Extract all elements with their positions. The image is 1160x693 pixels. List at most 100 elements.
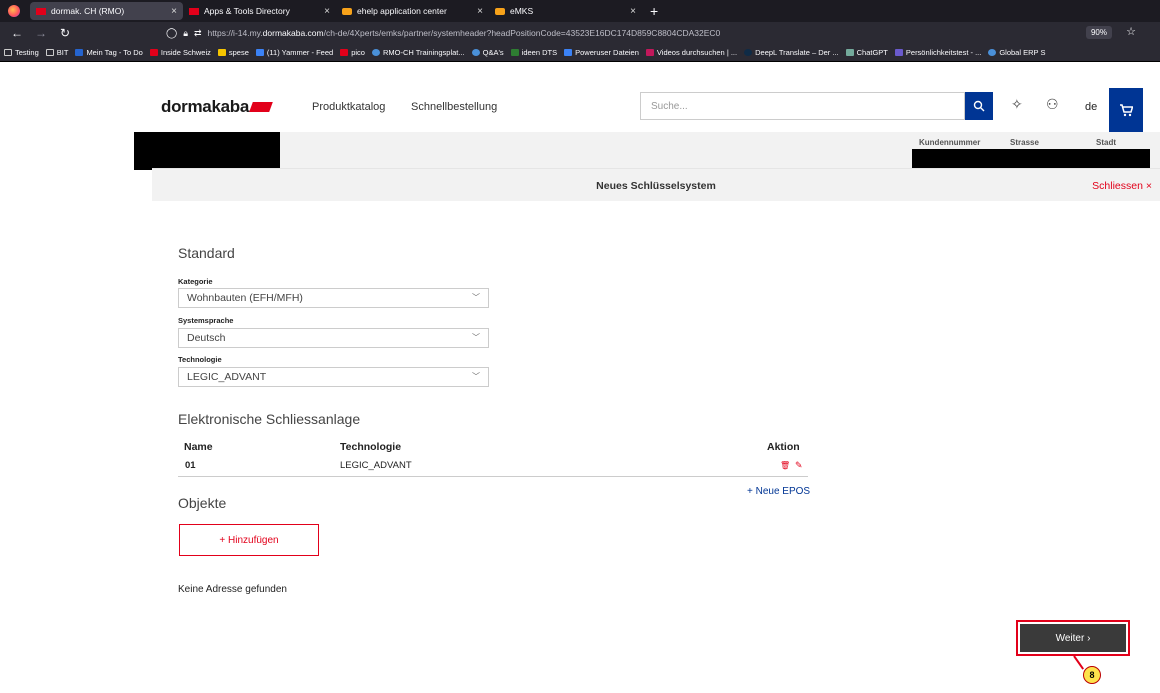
- strasse-header: Strasse: [1010, 138, 1039, 147]
- shield-icon[interactable]: ◯: [166, 28, 177, 39]
- address-bar[interactable]: ◯ 🔒︎ ⇄ https://i-14.my. dormakaba.com/ch-…: [166, 28, 720, 39]
- col-header-aktion: Aktion: [767, 441, 800, 453]
- bookmark-item[interactable]: Persönlichkeitstest - ...: [894, 48, 981, 57]
- technologie-label: Technologie: [178, 355, 222, 364]
- language-selector[interactable]: de: [1085, 101, 1097, 113]
- table-cell-name: 01: [185, 460, 196, 471]
- weiter-button[interactable]: Weiter ›: [1020, 624, 1126, 652]
- systemsprache-label: Systemsprache: [178, 316, 234, 325]
- excel-icon: [510, 49, 519, 56]
- bookmark-item[interactable]: RMO-CH Trainingsplat...: [371, 48, 465, 57]
- kategorie-label: Kategorie: [178, 277, 213, 286]
- bookmark-item[interactable]: spese: [217, 48, 249, 57]
- bookmark-item[interactable]: Inside Schweiz: [149, 48, 211, 57]
- bookmark-star-icon[interactable]: ☆: [1126, 25, 1136, 38]
- bookmark-item[interactable]: Mein Tag - To Do: [75, 48, 143, 57]
- close-tab-icon[interactable]: ×: [324, 6, 330, 17]
- globe-icon: [371, 49, 380, 56]
- search-input[interactable]: Suche...: [640, 92, 965, 120]
- close-button[interactable]: Schliessen ×: [1092, 180, 1152, 192]
- permissions-icon[interactable]: ⇄: [194, 28, 202, 39]
- highlight-frame: Weiter ›: [1016, 620, 1130, 656]
- new-tab-button[interactable]: +: [650, 3, 658, 19]
- pin-icon[interactable]: ✧: [1011, 96, 1023, 113]
- tab-ehelp[interactable]: ehelp application center ×: [336, 2, 489, 20]
- firefox-icon[interactable]: [8, 5, 20, 17]
- yammer-icon: [255, 49, 264, 56]
- bookmark-item[interactable]: Testing: [4, 48, 39, 57]
- globe-icon: [988, 49, 997, 56]
- stadt-header: Stadt: [1096, 138, 1116, 147]
- bookmark-item[interactable]: pico: [340, 48, 365, 57]
- bookmark-item[interactable]: Videos durchsuchen | ...: [645, 48, 737, 57]
- col-header-name: Name: [184, 441, 213, 453]
- kundennummer-header: Kundennummer: [919, 138, 981, 147]
- dormakaba-favicon-icon: [189, 7, 199, 15]
- callout-connector: [1073, 655, 1084, 670]
- redacted-customer-name: [134, 132, 280, 170]
- forward-arrow-icon[interactable]: →: [34, 26, 48, 40]
- browser-tabbar: dormak. CH (RMO) × Apps & Tools Director…: [0, 0, 1160, 22]
- ehelp-favicon-icon: [342, 7, 352, 15]
- bookmark-item[interactable]: DeepL Translate – Der ...: [744, 48, 839, 57]
- chevron-down-icon: ﹀: [472, 293, 480, 302]
- bookmark-item[interactable]: BIT: [45, 48, 68, 57]
- back-arrow-icon[interactable]: ←: [10, 26, 24, 40]
- delete-icon[interactable]: 🗑︎: [780, 461, 790, 470]
- nav-produktkatalog[interactable]: Produktkatalog: [312, 101, 385, 113]
- nav-schnellbestellung[interactable]: Schnellbestellung: [411, 101, 497, 113]
- chevron-down-icon: ﹀: [472, 372, 480, 381]
- globe-icon: [471, 49, 480, 56]
- tab-emks[interactable]: eMKS ×: [489, 2, 642, 20]
- cart-icon: [1120, 103, 1133, 116]
- bookmark-item[interactable]: (11) Yammer - Feed: [255, 48, 333, 57]
- bookmark-item[interactable]: ideen DTS: [510, 48, 557, 57]
- user-icon[interactable]: ⚇: [1046, 96, 1059, 113]
- systemsprache-select[interactable]: Deutsch ﹀: [178, 328, 489, 348]
- deepl-icon: [744, 49, 753, 56]
- table-cell-technologie: LEGIC_ADVANT: [340, 460, 412, 471]
- bookmark-item[interactable]: ChatGPT: [845, 48, 888, 57]
- chevron-down-icon: ﹀: [472, 333, 480, 342]
- standard-heading: Standard: [178, 245, 235, 261]
- redacted-customer-details: [912, 149, 1150, 168]
- dormakaba-logo[interactable]: dormakaba: [161, 97, 273, 117]
- page-title: Neues Schlüsselsystem: [596, 180, 716, 192]
- dialog-titlebar: Neues Schlüsselsystem Schliessen ×: [152, 168, 1160, 201]
- zoom-level-badge[interactable]: 90%: [1085, 26, 1112, 39]
- dormakaba-favicon-icon: [149, 49, 158, 56]
- col-header-technologie: Technologie: [340, 441, 402, 453]
- no-address-message: Keine Adresse gefunden: [178, 584, 287, 595]
- close-tab-icon[interactable]: ×: [630, 6, 636, 17]
- objekte-heading: Objekte: [178, 495, 227, 511]
- spese-icon: [217, 49, 226, 56]
- close-tab-icon[interactable]: ×: [477, 6, 483, 17]
- technologie-select[interactable]: LEGIC_ADVANT ﹀: [178, 367, 489, 387]
- folder-icon: [4, 49, 12, 56]
- elektronische-heading: Elektronische Schliessanlage: [178, 411, 361, 427]
- lock-icon[interactable]: 🔒︎: [183, 28, 188, 39]
- emks-favicon-icon: [495, 7, 505, 15]
- bookmark-item[interactable]: Poweruser Dateien: [564, 48, 639, 57]
- bookmark-item[interactable]: Global ERP S: [988, 48, 1045, 57]
- dormakaba-favicon-icon: [36, 7, 46, 15]
- search-button[interactable]: [965, 92, 993, 120]
- close-tab-icon[interactable]: ×: [171, 6, 177, 17]
- edit-pencil-icon[interactable]: ✎: [795, 460, 803, 471]
- sharepoint-icon: [564, 49, 573, 56]
- hinzufuegen-button[interactable]: + Hinzufügen: [179, 524, 319, 556]
- search-icon: [973, 100, 985, 112]
- bookmark-item[interactable]: Q&A's: [471, 48, 504, 57]
- tab-dormakaba[interactable]: dormak. CH (RMO) ×: [30, 2, 183, 20]
- kategorie-select[interactable]: Wohnbauten (EFH/MFH) ﹀: [178, 288, 489, 308]
- reload-icon[interactable]: ↻: [58, 26, 72, 40]
- neue-epos-link[interactable]: + Neue EPOS: [747, 486, 810, 497]
- chatgpt-icon: [845, 49, 854, 56]
- video-icon: [645, 49, 654, 56]
- tab-apps-tools[interactable]: Apps & Tools Directory ×: [183, 2, 336, 20]
- bookmarks-bar: Testing BIT Mein Tag - To Do Inside Schw…: [0, 44, 1160, 62]
- cart-button[interactable]: [1109, 88, 1143, 132]
- step-callout-badge: 8: [1083, 666, 1101, 684]
- todo-icon: [75, 49, 84, 56]
- dormakaba-favicon-icon: [340, 49, 349, 56]
